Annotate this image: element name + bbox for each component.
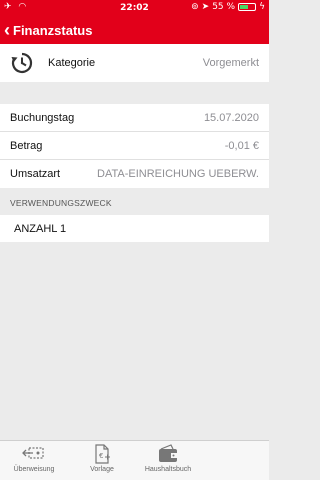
umsatzart-label: Umsatzart	[10, 168, 61, 180]
location-icon: ➤	[201, 2, 210, 12]
tab-vorlage[interactable]: € Vorlage	[72, 444, 132, 473]
tab-haushaltsbuch[interactable]: Haushaltsbuch	[138, 444, 198, 473]
back-label: Finanzstatus	[13, 22, 93, 38]
betrag-value: -0,01 €	[224, 140, 259, 152]
status-right-icons: ⊚ ➤ 55 % ϟ	[191, 2, 265, 12]
betrag-label: Betrag	[10, 140, 43, 152]
kategorie-label: Kategorie	[48, 57, 96, 69]
transfer-icon	[22, 447, 44, 459]
back-button[interactable]: ‹ Finanzstatus	[4, 20, 92, 40]
tab-haushaltsbuch-label: Haushaltsbuch	[144, 466, 192, 473]
verwendungszweck-row: ANZAHL 1	[0, 215, 269, 242]
clock-history-icon	[11, 52, 33, 74]
kategorie-value: Vorgemerkt	[202, 57, 259, 69]
status-bar: ✈ ◠ 22:02 ⊚ ➤ 55 % ϟ	[0, 0, 269, 16]
buchungstag-value: 15.07.2020	[203, 112, 259, 124]
detail-row-umsatzart: Umsatzart DATA-EINREICHUNG UEBERW.	[0, 160, 269, 188]
verwendungszweck-text: ANZAHL 1	[14, 223, 67, 235]
wallet-icon	[159, 444, 177, 462]
chevron-left-icon: ‹	[4, 20, 10, 40]
tab-ueberweisung-label: Überweisung	[13, 466, 55, 473]
kategorie-row: Kategorie Vorgemerkt	[0, 44, 269, 82]
umsatzart-value: DATA-EINREICHUNG UEBERW.	[97, 168, 259, 180]
booking-details: Buchungstag 15.07.2020 Betrag -0,01 € Um…	[0, 104, 269, 188]
tab-ueberweisung[interactable]: Überweisung	[4, 444, 64, 473]
orientation-lock-icon: ⊚	[191, 2, 199, 12]
battery-level-fill	[240, 5, 249, 9]
tab-vorlage-label: Vorlage	[90, 466, 114, 473]
detail-row-betrag: Betrag -0,01 €	[0, 132, 269, 160]
battery-percent: 55 %	[212, 2, 236, 12]
svg-text:€: €	[99, 452, 103, 460]
tab-bar: Überweisung € Vorlage Haushaltsbuch	[0, 440, 269, 480]
charging-icon: ϟ	[259, 2, 265, 12]
detail-row-buchungstag: Buchungstag 15.07.2020	[0, 104, 269, 132]
buchungstag-label: Buchungstag	[10, 112, 75, 124]
verwendungszweck-header: VERWENDUNGSZWECK	[10, 198, 112, 208]
template-icon: €	[95, 444, 110, 464]
battery-icon	[238, 3, 257, 11]
nav-bar: ‹ Finanzstatus	[0, 16, 269, 44]
